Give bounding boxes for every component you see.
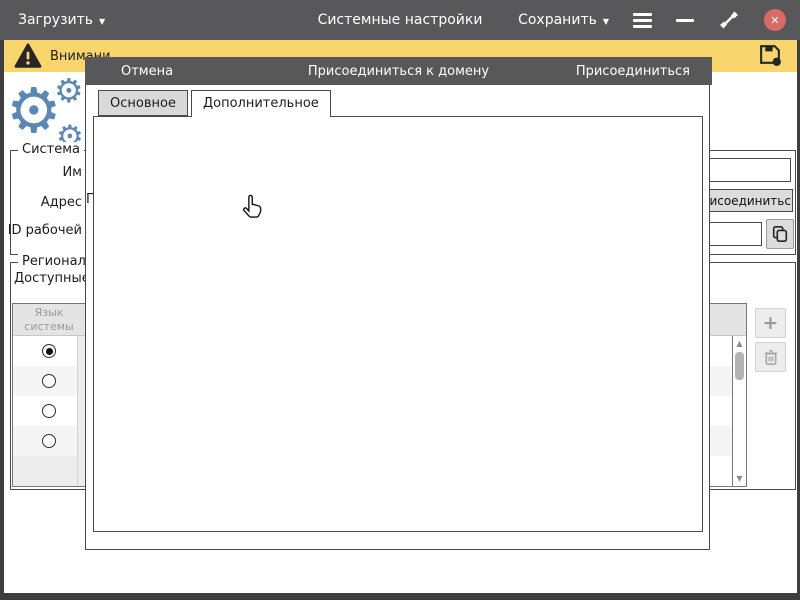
language-row[interactable] [13,336,85,366]
table-filler-row [13,456,85,486]
language-row[interactable] [13,426,85,456]
plus-icon: + [762,312,779,334]
close-button[interactable]: ✕ [764,9,786,31]
scroll-up-icon[interactable]: ▲ [736,339,742,348]
workgroup-id-label-fragment: ID рабочей [7,223,82,238]
tab-additional[interactable]: Дополнительное [190,90,331,117]
cancel-button[interactable]: Отмена [121,64,173,79]
window-border-left [0,40,4,600]
dialog-tabs: Основное Дополнительное [98,90,334,117]
close-icon: ✕ [770,13,780,27]
delete-language-button[interactable] [755,342,786,372]
copy-icon [772,225,788,243]
hand-cursor [243,194,262,218]
tab-basic[interactable]: Основное [98,90,188,116]
system-groupbox-label: Система [18,142,85,157]
trash-icon [764,349,777,365]
floppy-save-icon [760,44,781,66]
resize-arrows-icon [720,11,738,29]
join-domain-dialog: Отмена Присоединиться к домену Присоедин… [85,57,712,550]
warning-triangle-icon [14,43,42,68]
resize-button[interactable] [718,9,740,31]
language-row[interactable] [13,396,85,426]
languages-table-header: Язык системы [13,304,85,336]
copy-button[interactable] [766,219,794,249]
language-radio-selected[interactable] [42,344,56,358]
chevron-down-icon: ▼ [99,16,106,26]
save-menu-label: Сохранить [518,12,597,28]
tab-panel [93,116,703,532]
dialog-header: Отмена Присоединиться к домену Присоедин… [85,57,712,85]
languages-table: Язык системы [12,303,86,487]
join-domain-button[interactable]: рисоединиться [707,189,793,212]
join-domain-button-label: рисоединиться [708,193,792,208]
toolbar: Загрузить ▼ Системные настройки Сохранит… [0,0,800,40]
languages-table-scrollbar[interactable] [77,336,85,486]
scroll-down-icon[interactable]: ▼ [736,474,742,483]
language-radio[interactable] [42,404,56,418]
load-menu-label: Загрузить [18,12,94,28]
language-row[interactable] [13,366,85,396]
hostname-label-fragment: Им [62,165,82,180]
save-menu-button[interactable]: Сохранить ▼ [518,12,609,28]
language-radio[interactable] [42,434,56,448]
app-window: Загрузить ▼ Системные настройки Сохранит… [0,0,800,600]
save-file-button[interactable] [758,42,783,71]
menu-hamburger-icon[interactable] [633,10,652,31]
gear-small-top-icon: ⚙ [54,71,84,110]
address-label-fragment: Адрес [40,195,82,210]
minimize-button[interactable] [676,18,694,22]
window-border-bottom [0,593,800,600]
scrollbar-thumb[interactable] [735,352,744,380]
chevron-down-icon: ▼ [602,16,609,26]
add-language-button[interactable]: + [755,308,786,338]
language-radio[interactable] [42,374,56,388]
load-menu-button[interactable]: Загрузить ▼ [18,12,105,28]
right-table-scrollbar[interactable]: ▲ ▼ [732,336,746,486]
join-button[interactable]: Присоединиться [576,64,690,79]
